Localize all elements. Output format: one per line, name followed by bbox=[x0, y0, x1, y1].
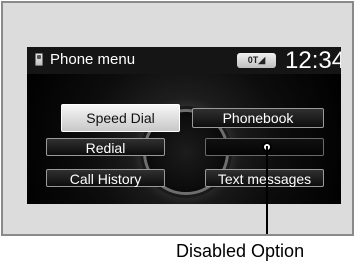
call-history-button[interactable]: Call History bbox=[46, 169, 165, 187]
text-messages-button[interactable]: Text messages bbox=[205, 169, 324, 187]
redial-button[interactable]: Redial bbox=[46, 138, 165, 156]
speed-dial-button[interactable]: Speed Dial bbox=[61, 104, 180, 132]
phone-icon bbox=[35, 53, 43, 66]
menu-area: Speed Dial Phonebook Redial Call History… bbox=[27, 74, 341, 204]
callout-line bbox=[266, 146, 268, 234]
phonebook-button[interactable]: Phonebook bbox=[192, 108, 324, 128]
disabled-option-label: Disabled Option bbox=[176, 241, 305, 261]
page-title: Phone menu bbox=[50, 51, 136, 68]
phone-screen: Phone menu 0T◢ 12:34 Speed Dial Phoneboo… bbox=[27, 47, 341, 204]
page: Phone menu 0T◢ 12:34 Speed Dial Phoneboo… bbox=[0, 0, 359, 268]
signal-badge: 0T◢ bbox=[237, 53, 276, 68]
clock: 12:34 bbox=[285, 47, 341, 74]
status-bar: Phone menu 0T◢ 12:34 bbox=[27, 47, 341, 74]
